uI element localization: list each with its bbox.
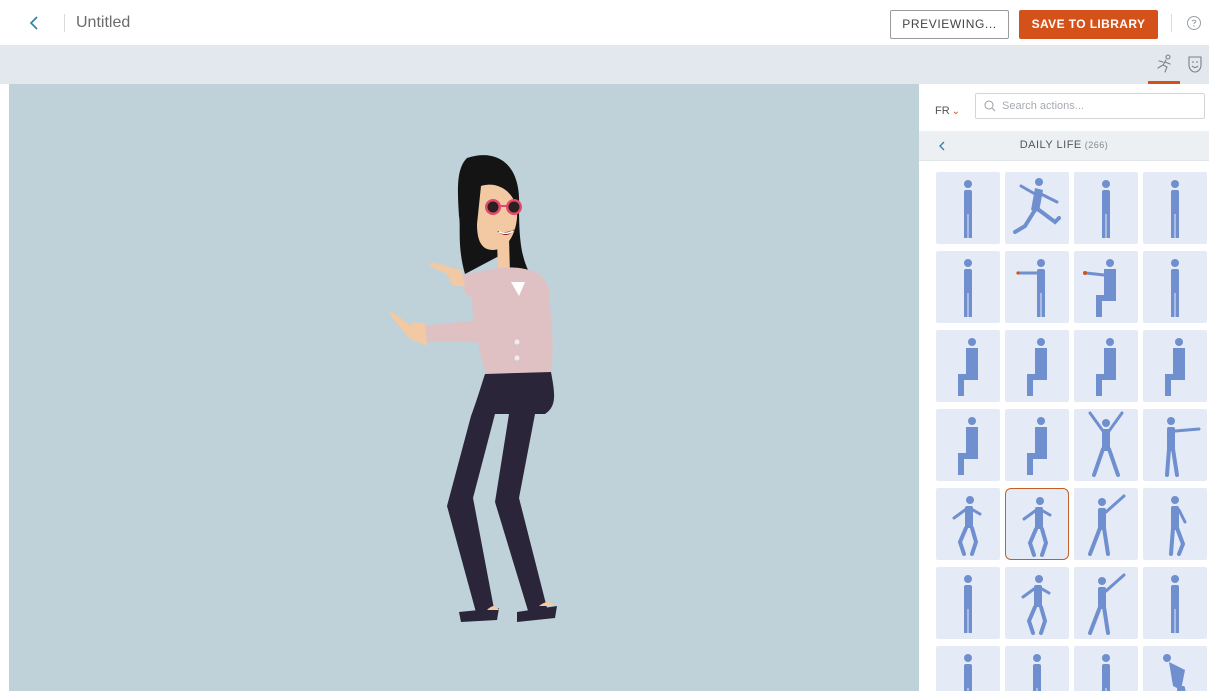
action-tile[interactable] — [1005, 488, 1069, 560]
stand-lean-icon — [1171, 180, 1179, 238]
sit-phone-icon — [1027, 338, 1047, 396]
stage-canvas[interactable] — [9, 84, 919, 691]
top-bar: Untitled PREVIEWING... SAVE TO LIBRARY — [0, 0, 1209, 45]
action-tile[interactable] — [1005, 251, 1069, 323]
action-tile[interactable] — [1074, 567, 1138, 639]
sit-drink-icon — [958, 338, 978, 396]
category-bar: DAILY LIFE (266) — [919, 131, 1209, 161]
point-left-icon — [1016, 259, 1045, 317]
stand-hands-pocket-icon — [964, 180, 972, 238]
action-tile[interactable] — [1005, 646, 1069, 691]
stand-phone-icon — [964, 654, 972, 691]
category-name: DAILY LIFE — [1019, 139, 1082, 151]
action-tile[interactable] — [936, 172, 1000, 244]
dance-point-icon — [1022, 497, 1052, 557]
sit-icon — [958, 417, 978, 475]
point-right-icon — [1165, 417, 1201, 477]
cheer-icon — [1088, 411, 1124, 477]
stand-tablet-icon — [1171, 575, 1179, 633]
tool-strip — [0, 45, 1209, 84]
action-tile[interactable] — [1005, 330, 1069, 402]
save-to-library-button[interactable]: SAVE TO LIBRARY — [1019, 10, 1158, 39]
action-tile[interactable] — [936, 330, 1000, 402]
walk-icon — [1169, 496, 1187, 556]
action-tile[interactable] — [1143, 172, 1207, 244]
run-icon — [1013, 178, 1061, 234]
character[interactable] — [369, 146, 569, 646]
sit-lean-icon — [1165, 338, 1185, 396]
actions-panel: FR⌄ DAILY LIFE(266) — [919, 84, 1209, 691]
search-icon — [984, 100, 996, 112]
action-tile[interactable] — [936, 251, 1000, 323]
action-tile[interactable] — [936, 409, 1000, 481]
action-tile[interactable] — [1143, 646, 1207, 691]
action-tile[interactable] — [1143, 567, 1207, 639]
chevron-down-icon: ⌄ — [951, 106, 961, 117]
action-tile[interactable] — [1074, 172, 1138, 244]
stand-shrug-icon — [964, 575, 972, 633]
action-tile[interactable] — [1143, 488, 1207, 560]
category-title: DAILY LIFE (266) — [919, 139, 1209, 151]
preview-button[interactable]: PREVIEWING... — [890, 10, 1009, 39]
action-tile[interactable] — [1074, 646, 1138, 691]
stand-icon — [1102, 180, 1110, 238]
document-title[interactable]: Untitled — [76, 13, 130, 33]
expressions-tab-icon[interactable] — [1186, 54, 1204, 74]
lean-back-icon — [1088, 573, 1126, 635]
category-count: (266) — [1084, 140, 1109, 150]
action-tile[interactable] — [1005, 567, 1069, 639]
sit-think-icon — [1096, 338, 1116, 396]
language-value: FR — [935, 105, 950, 117]
action-tile[interactable] — [1005, 172, 1069, 244]
action-tile[interactable] — [936, 567, 1000, 639]
search-box — [975, 93, 1205, 119]
action-tile[interactable] — [1143, 330, 1207, 402]
chevron-left-icon — [29, 16, 38, 30]
stand-arms-out-icon — [1102, 654, 1110, 691]
action-tile[interactable] — [936, 646, 1000, 691]
stand-hand-on-hip-icon — [964, 259, 972, 317]
dance-icon — [952, 496, 982, 556]
bend-over-icon — [1163, 654, 1186, 691]
action-tile[interactable] — [1074, 251, 1138, 323]
help-divider — [1171, 14, 1172, 32]
action-tile[interactable] — [1005, 409, 1069, 481]
stand-box-icon — [1033, 654, 1041, 691]
action-tile[interactable] — [1074, 409, 1138, 481]
back-button[interactable] — [28, 12, 48, 34]
language-select[interactable]: FR ⌄ — [935, 104, 960, 119]
dance-step-icon — [1021, 575, 1051, 635]
action-tile[interactable] — [936, 488, 1000, 560]
action-tile[interactable] — [1143, 409, 1207, 481]
stand-hands-head-icon — [1171, 259, 1179, 317]
actions-tab-icon[interactable] — [1153, 53, 1175, 75]
action-tile[interactable] — [1143, 251, 1207, 323]
dance-wave-icon — [1088, 494, 1126, 556]
sit-point-icon — [1083, 259, 1116, 317]
search-actions-input[interactable] — [1002, 97, 1198, 115]
action-tile[interactable] — [1074, 330, 1138, 402]
title-divider — [64, 14, 65, 32]
action-tile[interactable] — [1074, 488, 1138, 560]
help-icon[interactable] — [1186, 15, 1202, 31]
sit-relax-icon — [1027, 417, 1047, 475]
